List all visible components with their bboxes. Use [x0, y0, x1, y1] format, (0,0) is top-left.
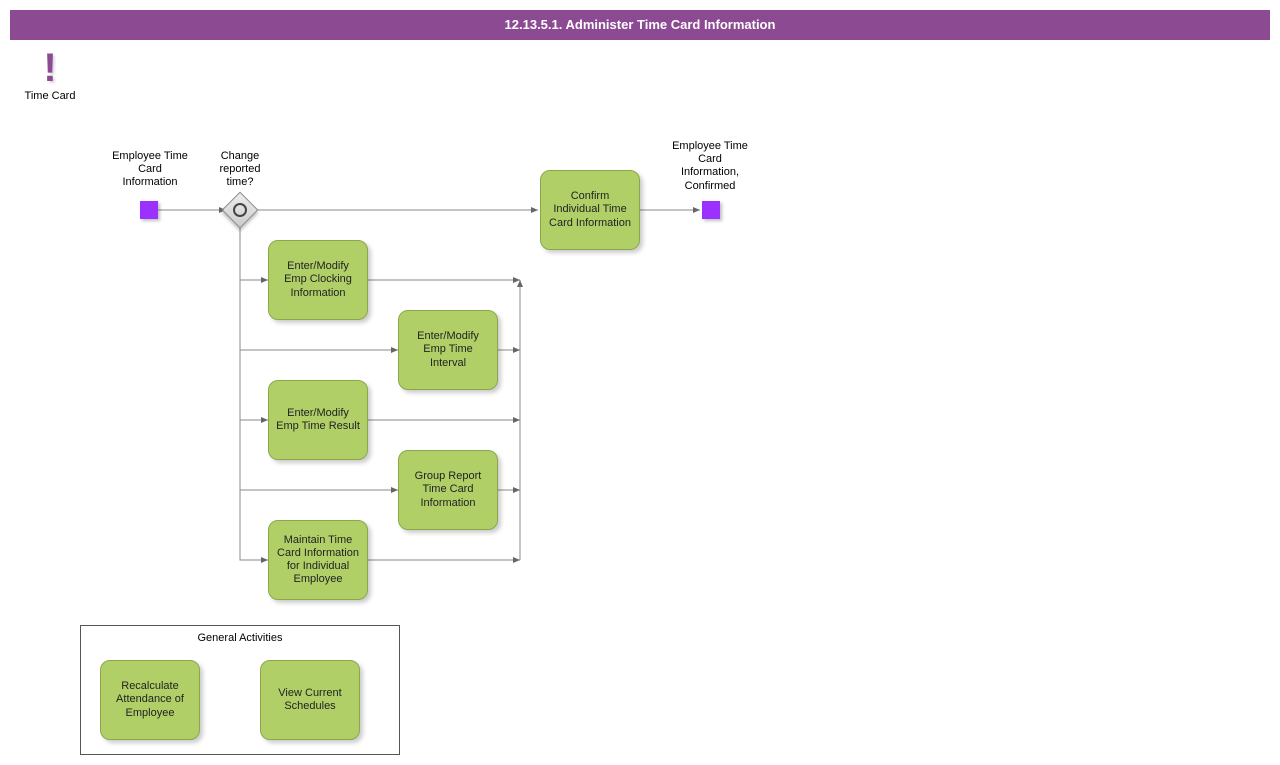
activity-confirm-label: Confirm Individual Time Card Information — [547, 190, 633, 230]
activity-recalculate[interactable]: Recalculate Attendance of Employee — [100, 660, 200, 740]
title-text: 12.13.5.1. Administer Time Card Informat… — [505, 17, 776, 32]
gateway-change-reported-time[interactable] — [222, 192, 259, 229]
activity-clocking-label: Enter/Modify Emp Clocking Information — [275, 260, 361, 300]
activity-clocking[interactable]: Enter/Modify Emp Clocking Information — [268, 240, 368, 320]
time-card-marker: ! Time Card — [20, 48, 80, 102]
start-label: Employee Time Card Information — [110, 150, 190, 190]
activity-group-report[interactable]: Group Report Time Card Information — [398, 450, 498, 530]
activity-recalculate-label: Recalculate Attendance of Employee — [107, 680, 193, 720]
title-bar: 12.13.5.1. Administer Time Card Informat… — [10, 10, 1270, 40]
exclamation-icon: ! — [20, 48, 80, 88]
activity-confirm[interactable]: Confirm Individual Time Card Information — [540, 170, 640, 250]
activity-result-label: Enter/Modify Emp Time Result — [275, 407, 361, 433]
activity-result[interactable]: Enter/Modify Emp Time Result — [268, 380, 368, 460]
activity-view-schedules-label: View Current Schedules — [267, 687, 353, 713]
activity-maintain-label: Maintain Time Card Information for Indiv… — [275, 534, 361, 587]
activity-interval[interactable]: Enter/Modify Emp Time Interval — [398, 310, 498, 390]
end-event[interactable] — [702, 201, 720, 219]
time-card-label: Time Card — [20, 90, 80, 102]
start-event[interactable] — [140, 201, 158, 219]
group-title: General Activities — [81, 626, 399, 644]
activity-group-report-label: Group Report Time Card Information — [405, 470, 491, 510]
activity-interval-label: Enter/Modify Emp Time Interval — [405, 330, 491, 370]
activity-view-schedules[interactable]: View Current Schedules — [260, 660, 360, 740]
end-label: Employee Time Card Information, Confirme… — [670, 140, 750, 193]
gateway-label: Change reported time? — [210, 150, 270, 190]
activity-maintain[interactable]: Maintain Time Card Information for Indiv… — [268, 520, 368, 600]
